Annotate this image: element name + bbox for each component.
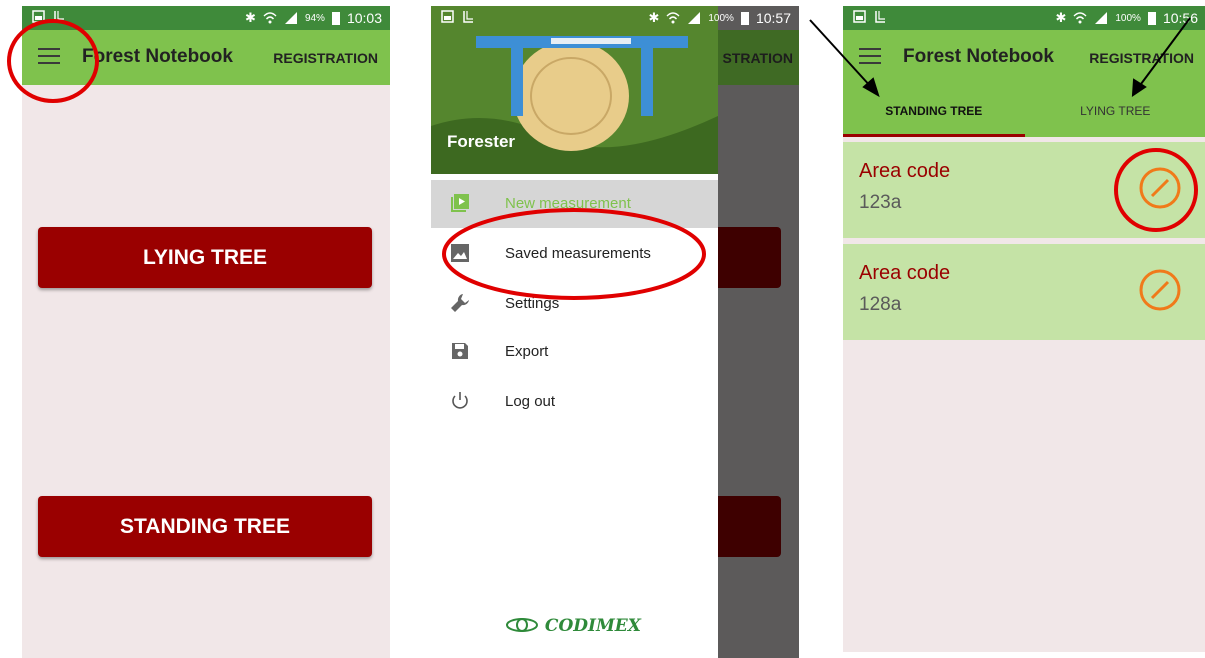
area-value: 128a [859, 294, 902, 315]
active-tab-indicator [843, 134, 1025, 137]
dimmed-app-bar: STRATION [718, 30, 799, 85]
photo-icon [451, 244, 469, 262]
area-value: 123a [859, 192, 902, 213]
status-time: 10:57 [755, 10, 791, 26]
area-card[interactable]: Area code 128a [843, 244, 1205, 340]
screen-drawer: ✱ 100% 10:57 STRATION Forester New measu… [431, 6, 799, 658]
gallery-notification-icon [853, 10, 866, 23]
drawer-item-new-measurement[interactable]: New measurement [431, 180, 718, 228]
status-bar: ✱ 100% 10:57 [431, 6, 799, 30]
hamburger-menu-icon[interactable] [859, 48, 881, 66]
lying-tree-button[interactable]: LYING TREE [38, 227, 372, 288]
battery-percent: 100% [1115, 12, 1141, 24]
area-label: Area code [859, 160, 951, 182]
drawer-user-name: Forester [447, 132, 516, 151]
tab-lying-tree[interactable]: LYING TREE [1025, 85, 1205, 137]
drawer-item-label: Saved measurements [505, 245, 651, 262]
area-label: Area code [859, 262, 951, 284]
save-icon [452, 343, 468, 359]
battery-percent: 94% [304, 12, 325, 24]
gallery-notification-icon [441, 10, 454, 23]
hamburger-menu-icon[interactable] [38, 48, 60, 66]
wifi-icon [1073, 12, 1087, 24]
area-card[interactable]: Area code 123a [843, 142, 1205, 238]
drawer-item-label: Export [505, 343, 549, 360]
gallery-notification-icon [32, 10, 45, 23]
dimmed-standing-tree-button [718, 496, 781, 557]
registration-button-partial: STRATION [722, 50, 793, 66]
codimex-logo-icon [506, 618, 538, 632]
bluetooth-icon: ✱ [245, 10, 256, 25]
app-bar: Forest Notebook REGISTRATION [22, 30, 390, 85]
battery-percent: 100% [708, 12, 734, 24]
signal-icon [284, 12, 297, 24]
status-bar: ✱ 94% 10:03 [22, 6, 390, 30]
drawer-item-label: Log out [505, 393, 556, 410]
status-time: 10:56 [1162, 10, 1198, 26]
power-icon [452, 392, 468, 409]
codimex-logo: CODIMEX [505, 616, 641, 636]
app-title: Forest Notebook [903, 46, 1054, 67]
tab-bar: STANDING TREE LYING TREE [843, 85, 1205, 137]
battery-icon [331, 12, 340, 25]
tab-standing-tree[interactable]: STANDING TREE [843, 85, 1025, 137]
bluetooth-icon: ✱ [648, 10, 660, 25]
drawer-item-export[interactable]: Export [431, 328, 718, 376]
screenshot-notification-icon [463, 11, 473, 23]
app-bar: Forest Notebook REGISTRATION [843, 30, 1205, 85]
bluetooth-icon: ✱ [1055, 10, 1067, 25]
navigation-drawer: Forester New measurement Saved measureme… [431, 6, 718, 658]
registration-button[interactable]: REGISTRATION [1089, 50, 1194, 66]
status-time: 10:03 [346, 10, 382, 26]
wifi-icon [666, 12, 680, 24]
drawer-item-settings[interactable]: Settings [431, 280, 718, 328]
edit-icon[interactable] [1138, 268, 1182, 312]
codimex-logo-text: CODIMEX [544, 616, 641, 636]
drawer-item-label: New measurement [505, 195, 631, 212]
edit-icon[interactable] [1138, 166, 1182, 210]
app-title: Forest Notebook [82, 46, 233, 67]
signal-icon [1095, 12, 1108, 24]
screenshot-notification-icon [54, 11, 64, 23]
drawer-item-saved-measurements[interactable]: Saved measurements [431, 230, 718, 278]
status-bar: ✱ 100% 10:56 [843, 6, 1205, 30]
battery-icon [740, 12, 749, 25]
registration-button[interactable]: REGISTRATION [273, 50, 378, 66]
screenshot-notification-icon [875, 11, 885, 23]
drawer-item-label: Settings [505, 295, 560, 312]
signal-icon [688, 12, 701, 24]
wifi-icon [263, 12, 277, 24]
dimmed-lying-tree-button [718, 227, 781, 288]
wrench-icon [451, 294, 469, 312]
video-library-icon [451, 194, 469, 212]
screen-area-list: ✱ 100% 10:56 Forest Notebook REGISTRATIO… [843, 6, 1205, 652]
drawer-item-log-out[interactable]: Log out [431, 378, 718, 426]
standing-tree-button[interactable]: STANDING TREE [38, 496, 372, 557]
battery-icon [1147, 12, 1156, 25]
screen-home: ✱ 94% 10:03 Forest Notebook REGISTRATION… [22, 6, 390, 658]
